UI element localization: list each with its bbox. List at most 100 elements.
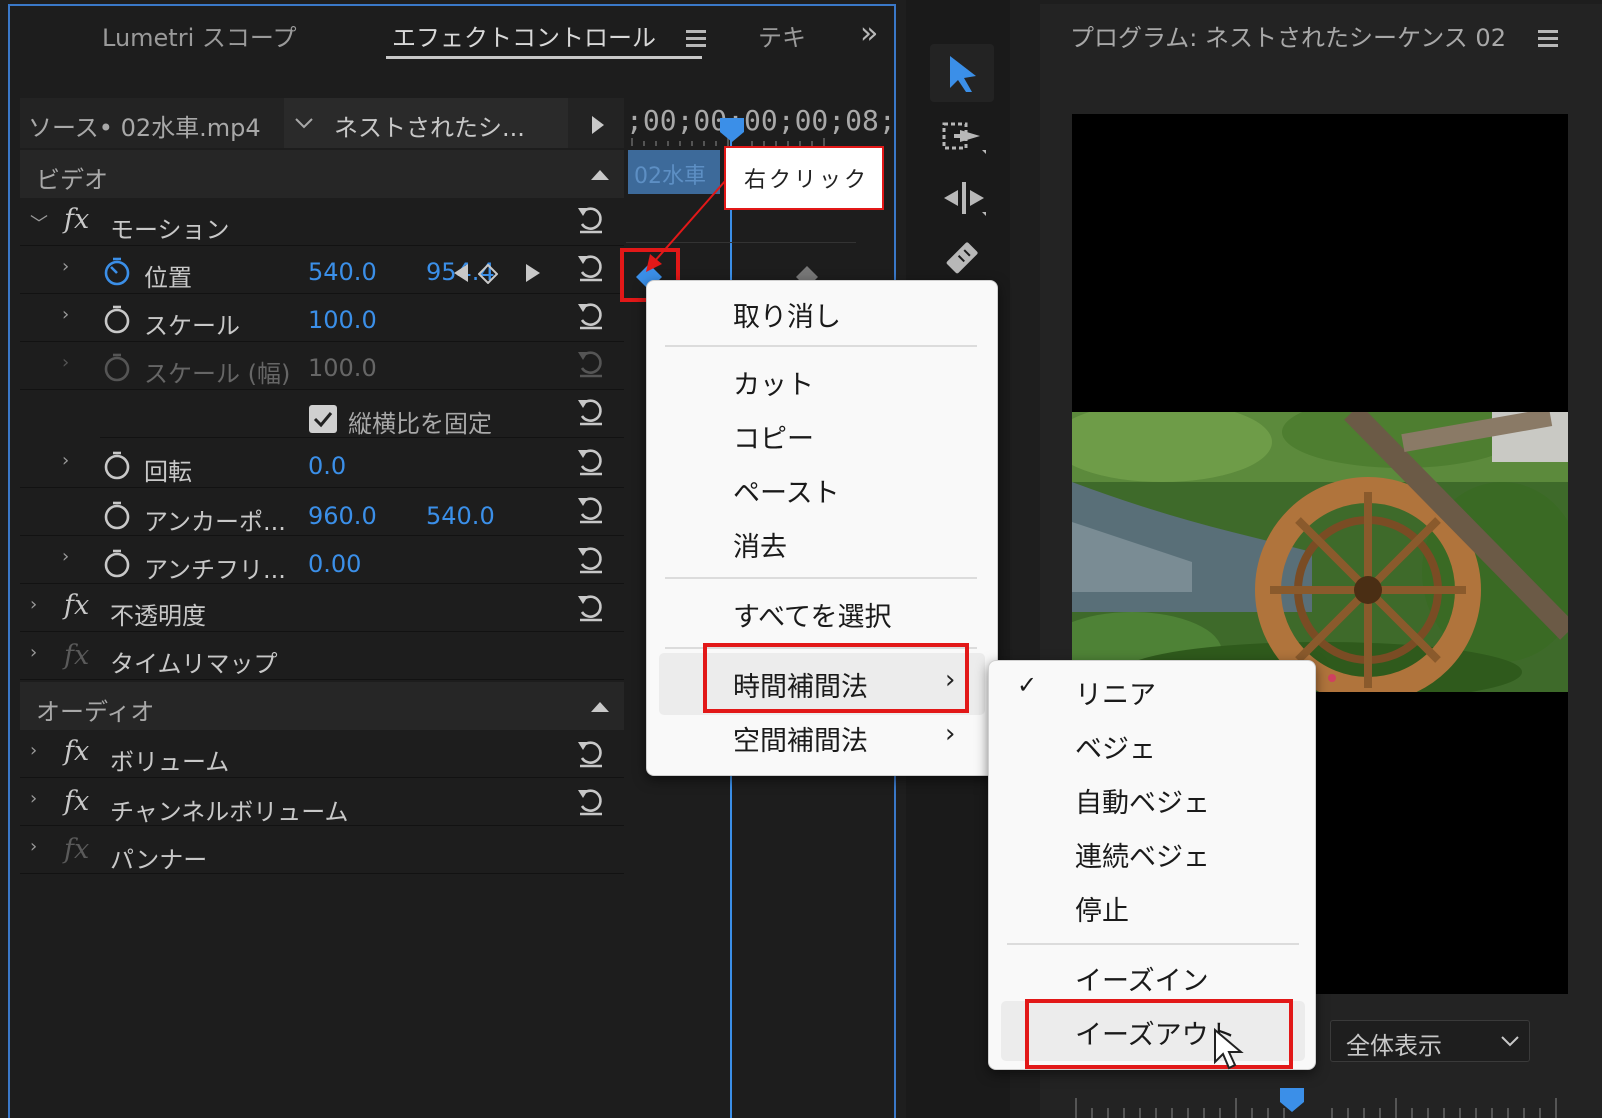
fx-toggle-disabled-icon: fx (64, 640, 90, 671)
reset-icon[interactable] (574, 492, 608, 526)
keyframe-context-menu: 取り消し カット コピー ペースト 消去 すべてを選択 時間補間法 › 空間補間… (646, 280, 998, 776)
collapse-up-icon[interactable] (590, 168, 610, 182)
next-keyframe-icon[interactable] (524, 262, 542, 284)
menu-item-paste[interactable]: ペースト (733, 471, 840, 510)
fx-toggle-disabled-icon: fx (64, 834, 90, 865)
reset-icon[interactable] (574, 784, 608, 818)
submenu-chevron-icon: › (945, 719, 956, 749)
reset-icon[interactable] (574, 298, 608, 332)
program-playhead-handle[interactable] (1278, 1086, 1306, 1114)
panner-label: パンナー (110, 846, 208, 874)
stopwatch-icon[interactable] (102, 500, 132, 530)
rotation-label: 回転 (144, 458, 192, 486)
overflow-tabs-icon[interactable]: » (860, 16, 878, 51)
expand-chevron-icon[interactable]: › (30, 788, 37, 809)
menu-separator (665, 345, 977, 347)
submenu-item-auto-bezier[interactable]: 自動ベジェ (1075, 781, 1210, 820)
submenu-item-bezier[interactable]: ベジェ (1075, 727, 1156, 766)
water-wheel-video-frame (1072, 412, 1568, 692)
tab-text[interactable]: テキ (758, 18, 806, 53)
stopwatch-disabled-icon (104, 353, 130, 382)
chevron-down-icon[interactable] (294, 116, 314, 130)
rotation-value[interactable]: 0.0 (308, 452, 346, 480)
submenu-item-hold[interactable]: 停止 (1075, 889, 1129, 928)
expand-chevron-icon[interactable]: › (62, 450, 69, 471)
anchor-point-label: アンカーポ... (144, 508, 286, 536)
antiflicker-value[interactable]: 0.00 (308, 550, 361, 578)
menu-item-cut[interactable]: カット (733, 363, 814, 402)
expand-chevron-icon[interactable]: › (30, 642, 37, 663)
expand-chevron-icon[interactable]: › (30, 740, 37, 761)
sequence-name-link[interactable]: ネストされたシ... (334, 108, 525, 143)
stopwatch-icon[interactable] (102, 304, 132, 334)
expand-chevron-icon[interactable]: › (62, 256, 69, 277)
tab-lumetri-scopes[interactable]: Lumetri スコープ (102, 18, 296, 53)
scale-label: スケール (144, 312, 240, 340)
expand-chevron-icon[interactable]: › (62, 304, 69, 325)
submenu-item-linear[interactable]: リニア (1075, 673, 1156, 712)
menu-item-select-all[interactable]: すべてを選択 (733, 595, 892, 634)
menu-item-undo[interactable]: 取り消し (733, 295, 841, 334)
scale-value[interactable]: 100.0 (308, 306, 377, 334)
program-monitor-menu-icon[interactable] (1538, 30, 1558, 33)
stopwatch-active-icon[interactable] (102, 256, 132, 286)
expand-chevron-icon[interactable]: › (30, 836, 37, 857)
play-only-clip-icon[interactable] (590, 114, 606, 136)
reset-icon[interactable] (574, 542, 608, 576)
tab-effect-controls[interactable]: エフェクトコントロール (392, 18, 656, 53)
reset-icon[interactable] (574, 202, 608, 236)
reset-icon[interactable] (574, 590, 608, 624)
position-label: 位置 (144, 264, 192, 292)
razor-tool-icon[interactable] (940, 240, 980, 280)
zoom-level-value: 全体表示 (1346, 1032, 1442, 1060)
stopwatch-icon[interactable] (102, 548, 132, 578)
scale-width-value: 100.0 (308, 354, 377, 382)
prev-keyframe-icon[interactable] (452, 262, 470, 284)
reset-icon[interactable] (574, 394, 608, 428)
video-section-label: ビデオ (36, 166, 108, 194)
menu-separator (665, 577, 977, 579)
collapse-up-icon[interactable] (590, 700, 610, 714)
ripple-edit-tool-icon[interactable] (940, 178, 990, 218)
antiflicker-label: アンチフリ... (144, 556, 286, 584)
menu-separator (1007, 943, 1299, 945)
expand-chevron-icon[interactable]: ﹀ (30, 210, 48, 236)
fx-toggle-icon[interactable]: fx (64, 204, 89, 235)
submenu-item-ease-in[interactable]: イーズイン (1075, 959, 1209, 998)
menu-item-copy[interactable]: コピー (733, 417, 814, 456)
uniform-scale-checkbox[interactable] (308, 404, 338, 434)
uniform-scale-label: 縦横比を固定 (348, 410, 492, 438)
expand-chevron-icon: › (62, 352, 70, 373)
add-keyframe-icon[interactable] (478, 264, 498, 284)
fx-toggle-icon[interactable]: fx (64, 590, 89, 621)
program-monitor-time-ruler[interactable] (1072, 1092, 1568, 1118)
fx-toggle-icon[interactable]: fx (64, 736, 89, 767)
chevron-down-icon[interactable] (1500, 1034, 1520, 1048)
playhead-handle[interactable] (718, 116, 746, 144)
menu-item-clear[interactable]: 消去 (733, 525, 787, 564)
motion-label: モーション (110, 216, 230, 244)
fx-toggle-icon[interactable]: fx (64, 786, 89, 817)
reset-icon[interactable] (574, 736, 608, 770)
callout-arrow (646, 179, 727, 272)
expand-chevron-icon[interactable]: › (62, 546, 69, 567)
time-remap-label: タイムリマップ (110, 650, 278, 678)
position-x-value[interactable]: 540.0 (308, 258, 377, 286)
audio-section-label: オーディオ (36, 698, 155, 726)
callout-text: 右クリック (744, 168, 870, 193)
reset-icon[interactable] (574, 444, 608, 478)
expand-chevron-icon[interactable]: › (30, 594, 37, 615)
stopwatch-icon[interactable] (102, 450, 132, 480)
opacity-label: 不透明度 (110, 602, 206, 630)
active-tab-indicator (386, 56, 702, 59)
mouse-cursor-icon (1214, 1028, 1244, 1070)
reset-icon[interactable] (574, 250, 608, 284)
anchor-x-value[interactable]: 960.0 (308, 502, 377, 530)
program-monitor-title[interactable]: プログラム: ネストされたシーケンス 02 (1070, 18, 1506, 53)
track-select-forward-tool-icon[interactable] (940, 118, 990, 158)
video-section-header[interactable] (20, 150, 624, 198)
submenu-item-continuous-bezier[interactable]: 連続ベジェ (1075, 835, 1210, 874)
menu-item-spatial-interpolation[interactable]: 空間補間法 (733, 719, 868, 758)
panel-menu-icon[interactable] (686, 30, 706, 33)
anchor-y-value[interactable]: 540.0 (426, 502, 495, 530)
